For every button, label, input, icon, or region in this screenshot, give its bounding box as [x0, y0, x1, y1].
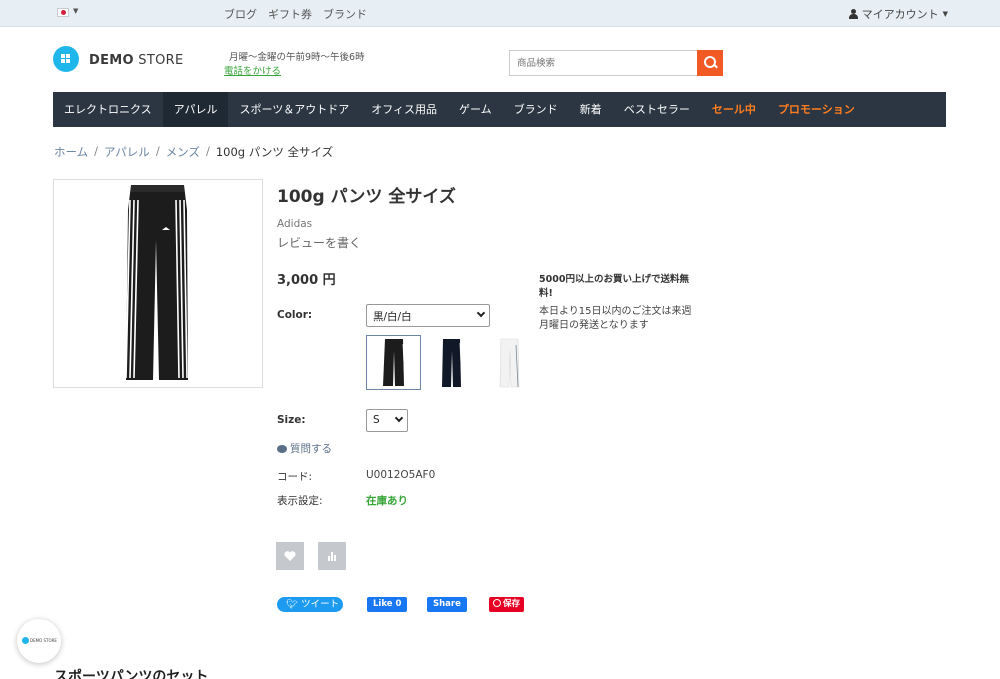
availability-label: 表示設定:	[277, 495, 323, 507]
breadcrumb-separator: /	[155, 144, 160, 158]
free-shipping-note: 5000円以上のお買い上げで送料無料!	[539, 274, 689, 299]
caret-down-icon[interactable]: ▼	[73, 7, 78, 15]
store-logo-icon[interactable]	[53, 46, 79, 72]
product-price: 3,000 円	[277, 273, 336, 288]
shipping-schedule-note: 本日より15日以内のご注文は来週月曜日の発送となります	[539, 306, 692, 331]
breadcrumb-mens[interactable]: メンズ	[166, 144, 200, 160]
business-hours: 月曜〜金曜の午前9時〜午後6時	[229, 52, 365, 63]
nav-item-bestsellers[interactable]: ベストセラー	[613, 92, 701, 127]
nav-item-new[interactable]: 新着	[569, 92, 613, 127]
section-title: スポーツパンツのセット	[54, 669, 209, 679]
breadcrumb-separator: /	[94, 144, 99, 158]
store-logo-text[interactable]: DEMO STORE	[89, 53, 183, 68]
product-code: U0012O5AF0	[366, 469, 436, 481]
facebook-like-button[interactable]: Like 0	[367, 597, 408, 612]
top-link-brands[interactable]: ブランド	[323, 6, 367, 22]
pants-image-icon	[125, 185, 188, 380]
size-select-value: S	[373, 414, 380, 426]
breadcrumb-current: 100g パンツ 全サイズ	[215, 145, 334, 159]
ask-question-label: 質問する	[290, 443, 332, 455]
tweet-label: ツイート	[301, 599, 340, 610]
floating-store-badge[interactable]: DEMO STORE	[17, 619, 61, 663]
size-label: Size:	[277, 414, 306, 426]
twitter-bird-icon: 🐦︎	[286, 599, 299, 610]
search-input[interactable]	[509, 50, 698, 76]
breadcrumb-home[interactable]: ホーム	[54, 144, 88, 160]
top-bar: ▼ ブログ ギフト券 ブランド マイアカウント ▼	[0, 0, 1000, 27]
chevron-down-icon	[476, 308, 486, 318]
pants-swatch-icon	[499, 338, 520, 388]
my-account-menu[interactable]: マイアカウント ▼	[848, 6, 948, 22]
write-review-link[interactable]: レビューを書く	[277, 234, 361, 251]
call-link[interactable]: 電話をかける	[224, 63, 281, 77]
pants-swatch-icon	[381, 339, 406, 387]
product-title: 100g パンツ 全サイズ	[277, 187, 456, 207]
caret-down-icon: ▼	[942, 10, 948, 18]
color-label: Color:	[277, 309, 313, 321]
chat-icon	[277, 444, 287, 453]
japan-flag-icon[interactable]	[57, 8, 69, 17]
facebook-share-button[interactable]: Share	[427, 597, 467, 612]
pinterest-icon	[493, 599, 501, 607]
user-icon	[848, 9, 858, 19]
color-swatch-white[interactable]	[482, 335, 537, 390]
top-link-gift-card[interactable]: ギフト券	[268, 6, 312, 22]
tweet-button[interactable]: 🐦︎ ツイート	[277, 597, 343, 612]
nav-item-electronics[interactable]: エレクトロニクス	[53, 92, 163, 127]
product-image[interactable]	[53, 179, 263, 388]
nav-item-sale[interactable]: セール中	[701, 92, 767, 127]
main-nav: エレクトロニクス アパレル スポーツ＆アウトドア オフィス用品 ゲーム ブランド…	[53, 92, 946, 127]
color-swatch-navy[interactable]	[424, 335, 479, 390]
size-select[interactable]: S	[366, 409, 408, 432]
pin-label: 保存	[503, 599, 521, 609]
nav-item-office[interactable]: オフィス用品	[360, 92, 448, 127]
breadcrumb-apparel[interactable]: アパレル	[104, 144, 150, 160]
nav-item-apparel[interactable]: アパレル	[162, 92, 229, 127]
top-links: ブログ ギフト券 ブランド	[224, 6, 367, 22]
wishlist-button[interactable]	[276, 542, 304, 570]
store-logo-icon	[22, 637, 29, 644]
nav-item-brands[interactable]: ブランド	[503, 92, 569, 127]
my-account-label: マイアカウント	[861, 8, 939, 21]
color-swatch-black-white[interactable]	[366, 335, 421, 390]
compare-button[interactable]	[318, 542, 346, 570]
pinterest-save-button[interactable]: 保存	[489, 597, 524, 612]
breadcrumb: ホーム / アパレル / メンズ / 100g パンツ 全サイズ	[54, 144, 333, 160]
search-button[interactable]	[697, 50, 723, 76]
color-select[interactable]: 黒/白/白	[366, 304, 490, 327]
nav-item-games[interactable]: ゲーム	[448, 92, 503, 127]
nav-item-promotions[interactable]: プロモーション	[767, 92, 866, 127]
like-label: Like 0	[373, 599, 402, 609]
heart-icon	[284, 551, 296, 561]
pants-swatch-icon	[442, 339, 463, 388]
color-select-value: 黒/白/白	[373, 311, 412, 323]
ask-question-link[interactable]: 質問する	[277, 441, 332, 456]
chevron-down-icon	[394, 413, 404, 423]
product-brand[interactable]: Adidas	[277, 218, 312, 230]
bar-chart-icon	[328, 552, 336, 561]
availability-status: 在庫あり	[366, 495, 408, 507]
share-label: Share	[433, 599, 461, 609]
nav-item-sports-outdoors[interactable]: スポーツ＆アウトドア	[228, 92, 360, 127]
code-label: コード:	[277, 471, 313, 483]
breadcrumb-separator: /	[205, 144, 210, 158]
top-link-blog[interactable]: ブログ	[224, 6, 257, 22]
badge-text: DEMO STORE	[30, 638, 57, 643]
